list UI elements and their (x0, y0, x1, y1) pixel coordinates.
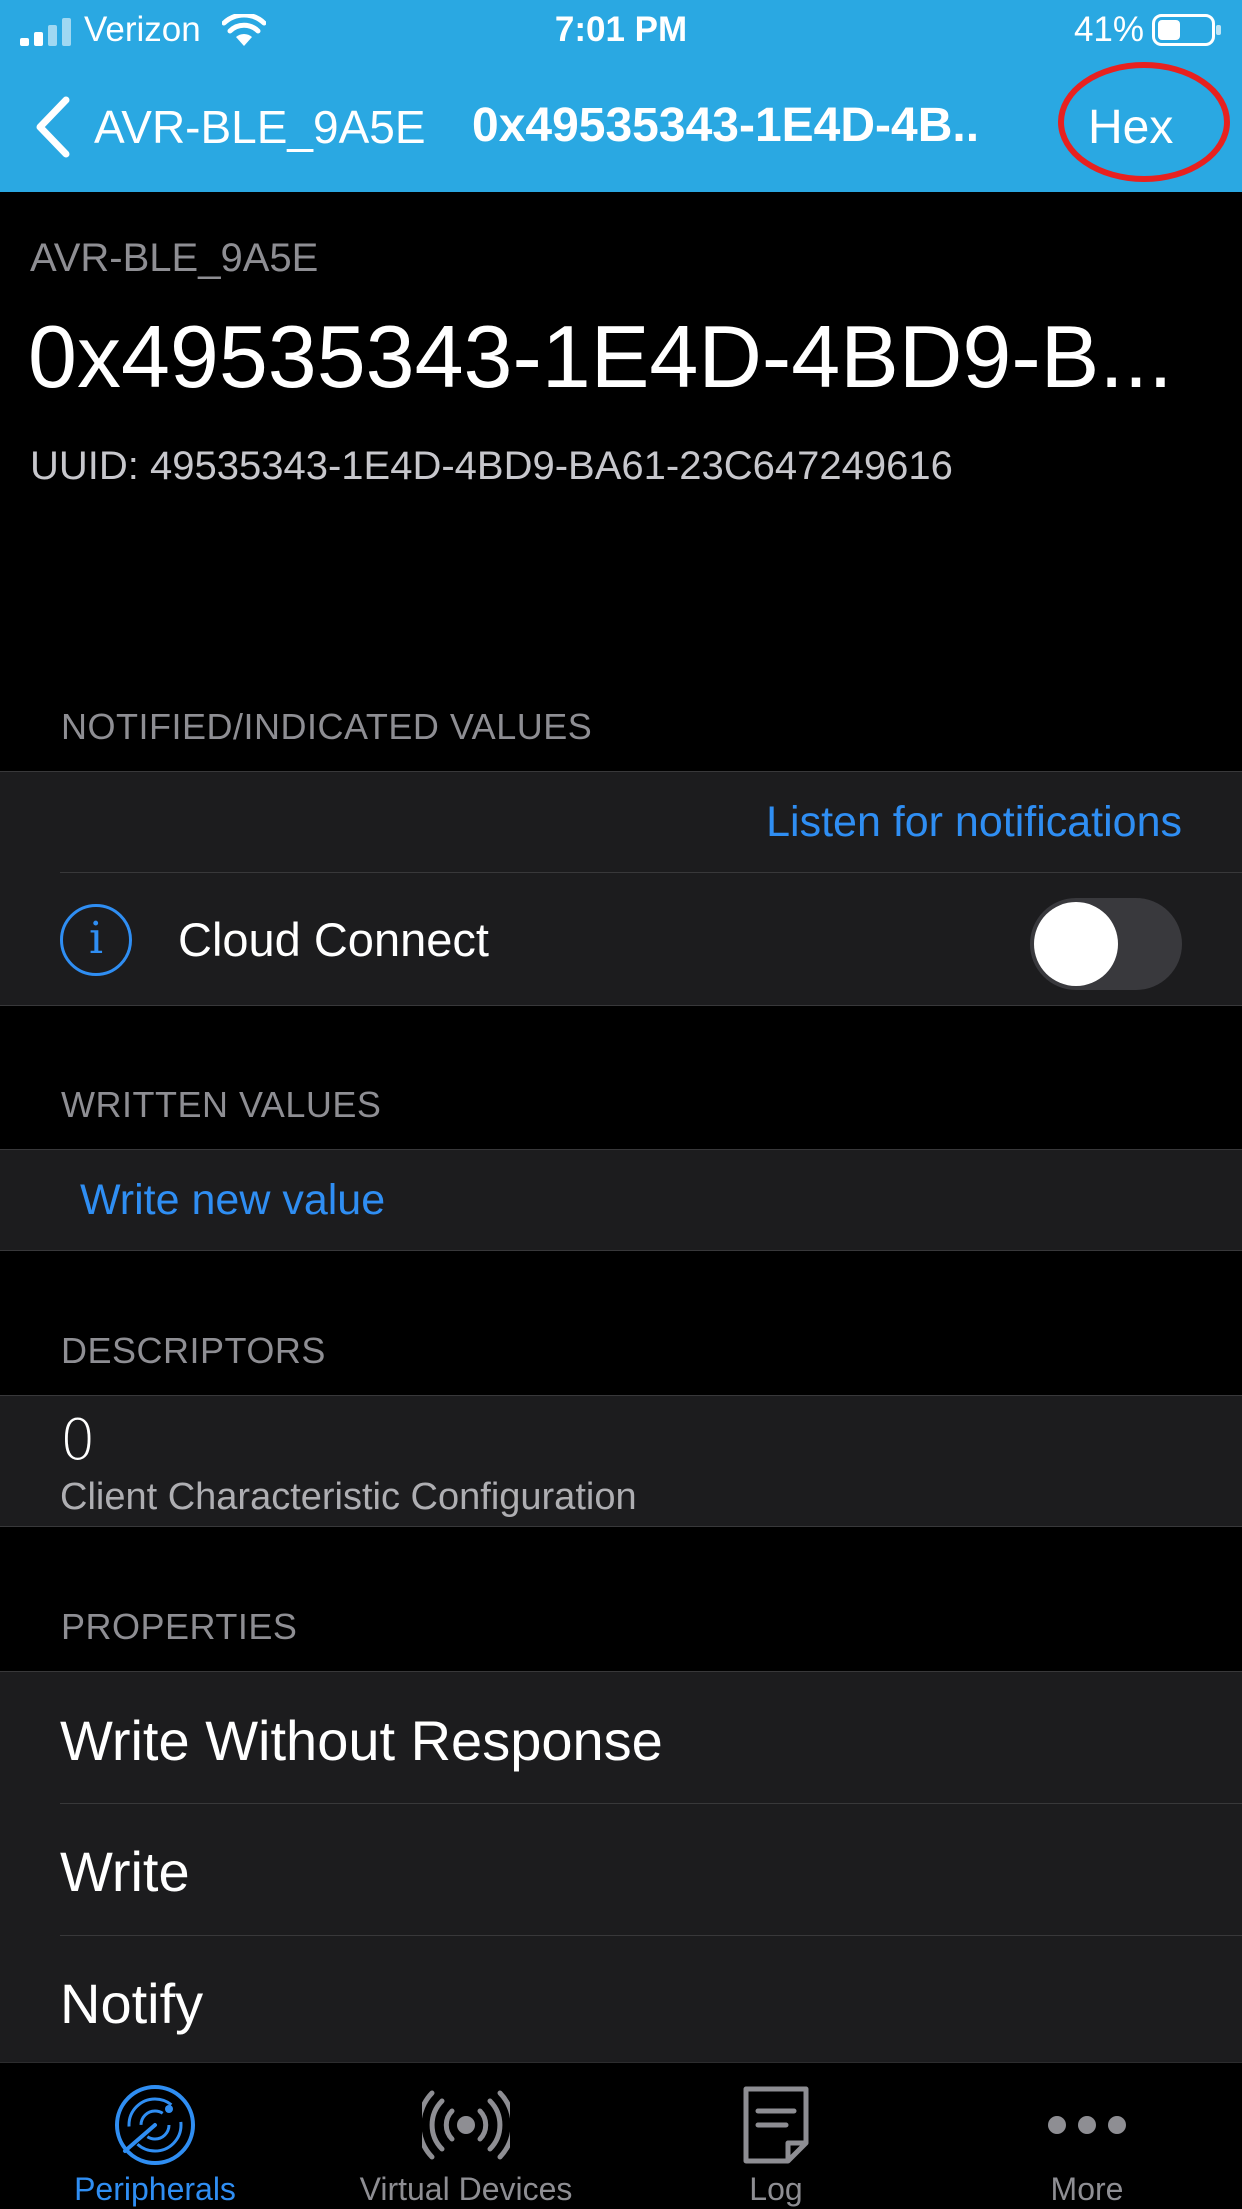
radar-icon (115, 2085, 195, 2165)
back-button[interactable]: AVR-BLE_9A5E (94, 100, 426, 154)
log-icon (743, 2086, 809, 2164)
status-time: 7:01 PM (554, 10, 688, 49)
status-bar: Verizon 7:01 PM 41% (0, 0, 1242, 60)
property-label: Notify (60, 1972, 204, 2035)
tab-virtual-devices[interactable]: Virtual Devices (316, 2063, 616, 2209)
uuid-label: UUID: 49535343-1E4D-4BD9-BA61-23C6472496… (30, 444, 953, 488)
characteristic-title: 0x49535343-1E4D-4BD9-B... (28, 307, 1173, 406)
hex-format-button[interactable]: Hex (1088, 100, 1173, 155)
more-icon (1048, 2116, 1126, 2134)
tab-label: Virtual Devices (359, 2171, 573, 2207)
tab-log[interactable]: Log (626, 2063, 926, 2209)
cloud-connect-row: i Cloud Connect (0, 872, 1242, 1005)
section-header-notified: NOTIFIED/INDICATED VALUES (61, 706, 593, 747)
property-row: Write (0, 1803, 1242, 1935)
info-icon[interactable]: i (60, 904, 132, 976)
cloud-connect-label: Cloud Connect (178, 913, 489, 966)
cloud-connect-toggle[interactable] (1030, 898, 1182, 990)
section-header-written: WRITTEN VALUES (61, 1084, 382, 1125)
battery-percentage: 41% (1073, 10, 1144, 49)
battery-icon (1152, 14, 1221, 46)
properties-group: Write Without Response Write Notify (0, 1671, 1242, 2065)
nav-title: 0x49535343-1E4D-4B.. (472, 99, 980, 152)
write-new-value-button[interactable]: Write new value (80, 1176, 385, 1225)
back-chevron-icon[interactable] (32, 96, 72, 158)
toggle-knob (1034, 902, 1118, 986)
descriptor-value: 0 (60, 1408, 96, 1473)
property-label: Write (60, 1840, 190, 1903)
listen-for-notifications-button[interactable]: Listen for notifications (766, 798, 1182, 847)
descriptor-name: Client Characteristic Configuration (60, 1476, 637, 1518)
tab-bar: Peripherals Virtual Devices Log More (0, 2062, 1242, 2209)
write-row: Write new value (0, 1150, 1242, 1250)
written-group: Write new value (0, 1149, 1242, 1251)
notified-group: Listen for notifications i Cloud Connect (0, 771, 1242, 1006)
descriptor-row[interactable]: 0 Client Characteristic Configuration (0, 1396, 1242, 1526)
property-row: Write Without Response (0, 1672, 1242, 1803)
navigation-bar: AVR-BLE_9A5E 0x49535343-1E4D-4B.. Hex (0, 60, 1242, 192)
property-row: Notify (0, 1935, 1242, 2065)
tab-label: Log (749, 2171, 803, 2207)
tab-label: Peripherals (74, 2171, 236, 2207)
broadcast-icon (422, 2090, 510, 2160)
tab-peripherals[interactable]: Peripherals (5, 2063, 305, 2209)
tab-label: More (1050, 2171, 1124, 2207)
device-name: AVR-BLE_9A5E (30, 236, 319, 280)
section-header-properties: PROPERTIES (61, 1606, 298, 1647)
listen-row: Listen for notifications (0, 772, 1242, 872)
section-header-descriptors: DESCRIPTORS (61, 1330, 326, 1371)
descriptors-group: 0 Client Characteristic Configuration (0, 1395, 1242, 1527)
tab-more[interactable]: More (937, 2063, 1237, 2209)
property-label: Write Without Response (60, 1709, 663, 1772)
